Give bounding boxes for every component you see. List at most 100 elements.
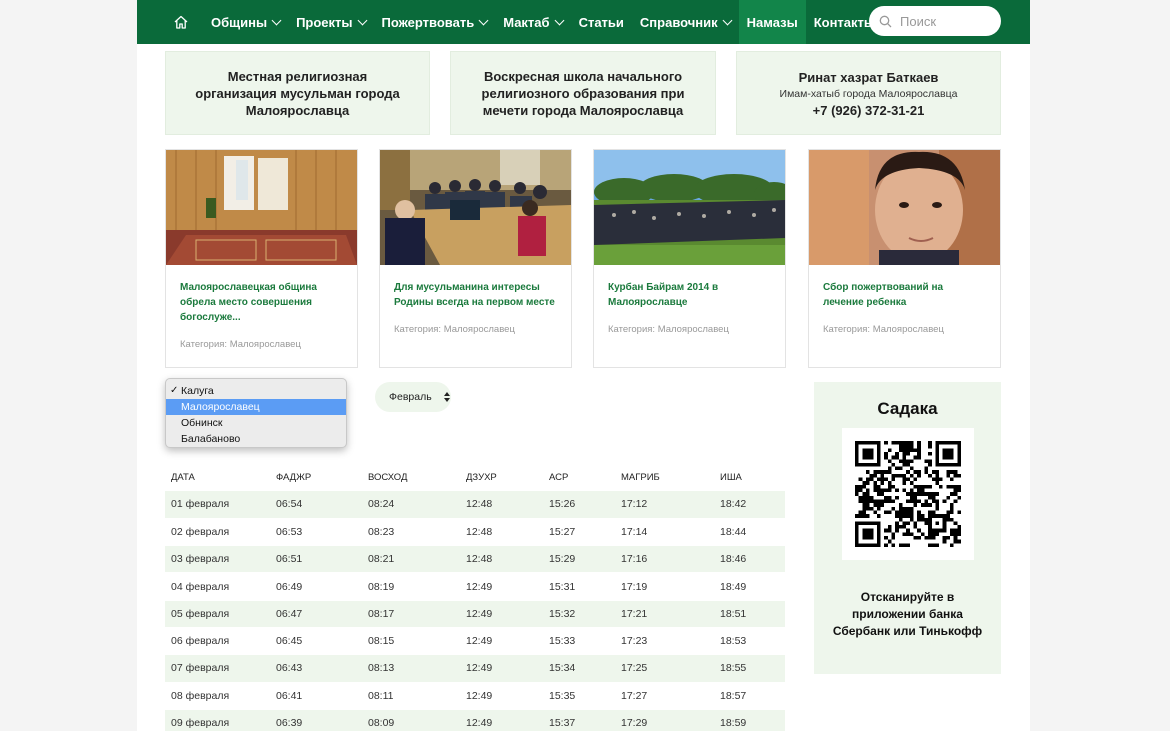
cell-isha: 18:53 bbox=[714, 627, 785, 656]
cell-dhuhr: 12:48 bbox=[460, 518, 543, 547]
nav-item-proekty[interactable]: Проекты bbox=[288, 0, 373, 44]
search-box bbox=[869, 6, 1001, 36]
nav-item-label: Справочник bbox=[639, 14, 718, 30]
imam-name: Ринат хазрат Баткаев bbox=[798, 69, 939, 85]
column-header-dhuhr: ДЗУХР bbox=[466, 472, 497, 483]
card-title[interactable]: Сбор пожертвований на лечение ребенка bbox=[823, 280, 986, 310]
nav-item-maktab[interactable]: Мактаб bbox=[495, 0, 570, 44]
cell-sunrise: 08:24 bbox=[362, 491, 460, 519]
info-box-sunday-school[interactable]: Воскресная школа начального религиозного… bbox=[450, 51, 716, 135]
cell-maghrib: 17:27 bbox=[615, 682, 714, 710]
cell-isha: 18:42 bbox=[714, 491, 785, 519]
cell-asr: 15:35 bbox=[543, 682, 615, 710]
chevron-down-icon bbox=[478, 15, 489, 25]
card-image-child[interactable] bbox=[809, 150, 1000, 265]
card-title[interactable]: Малоярославецкая община обрела место сов… bbox=[180, 280, 343, 325]
city-option-kaluga[interactable]: ✓ Калуга bbox=[166, 383, 346, 399]
nav-item-obshchiny[interactable]: Общины bbox=[203, 0, 288, 44]
card-category: Категория: Малоярославец bbox=[608, 324, 729, 335]
cell-date: 09 февраля bbox=[165, 709, 270, 731]
cell-fajr: 06:54 bbox=[270, 491, 362, 519]
cell-sunrise: 08:11 bbox=[362, 682, 460, 710]
cell-dhuhr: 12:49 bbox=[460, 627, 543, 656]
nav-item-label: Контакты bbox=[813, 14, 875, 30]
cell-sunrise: 08:09 bbox=[362, 709, 460, 731]
cell-date: 08 февраля bbox=[165, 682, 270, 710]
column-header-isha: ИША bbox=[720, 472, 742, 483]
table-row: 01 февраля 06:54 08:24 12:48 15:26 17:12 18:42 bbox=[165, 491, 785, 519]
month-select[interactable]: Февраль bbox=[375, 382, 451, 412]
cell-isha: 18:55 bbox=[714, 654, 785, 683]
cell-asr: 15:26 bbox=[543, 491, 615, 519]
home-icon[interactable] bbox=[169, 10, 193, 34]
cell-asr: 15:27 bbox=[543, 518, 615, 547]
search-input[interactable] bbox=[900, 13, 990, 29]
nav-item-label: Общины bbox=[211, 14, 268, 30]
city-option-obninsk[interactable]: Обнинск bbox=[166, 415, 346, 431]
cell-isha: 18:51 bbox=[714, 600, 785, 628]
cell-maghrib: 17:12 bbox=[615, 491, 714, 519]
select-arrows-icon bbox=[443, 392, 450, 402]
cell-asr: 15:32 bbox=[543, 600, 615, 628]
cell-sunrise: 08:17 bbox=[362, 600, 460, 628]
nav-item-label: Намазы bbox=[746, 14, 798, 30]
card-image-mosque-room[interactable] bbox=[166, 150, 357, 265]
sadaka-instructions: Отсканируйте в приложении банка Сбербанк… bbox=[832, 590, 983, 638]
city-option-label: Балабаново bbox=[181, 433, 241, 445]
card-image-kurban-bayram[interactable] bbox=[594, 150, 785, 265]
cell-sunrise: 08:15 bbox=[362, 627, 460, 656]
table-row: 03 февраля 06:51 08:21 12:48 15:29 17:16 18:46 bbox=[165, 545, 785, 574]
cell-sunrise: 08:13 bbox=[362, 654, 460, 683]
news-card[interactable]: Сбор пожертвований на лечение ребенка Ка… bbox=[808, 149, 1001, 368]
cell-date: 02 февраля bbox=[165, 518, 270, 547]
cell-isha: 18:46 bbox=[714, 545, 785, 574]
cell-date: 03 февраля bbox=[165, 545, 270, 574]
city-option-balabanovo[interactable]: Балабаново bbox=[166, 431, 346, 447]
cell-maghrib: 17:21 bbox=[615, 600, 714, 628]
page: Общины Проекты Пожертвовать Мактаб Стать… bbox=[137, 0, 1030, 731]
imam-phone[interactable]: +7 (926) 372-31-21 bbox=[813, 103, 925, 118]
cell-asr: 15:29 bbox=[543, 545, 615, 574]
info-box-organization[interactable]: Местная религиозная организация мусульма… bbox=[165, 51, 430, 135]
cell-fajr: 06:49 bbox=[270, 572, 362, 601]
column-header-fajr: ФАДЖР bbox=[276, 472, 312, 483]
card-category: Категория: Малоярославец bbox=[180, 339, 301, 350]
card-title[interactable]: Для мусульманина интересы Родины всегда … bbox=[394, 280, 557, 310]
news-card[interactable]: Курбан Байрам 2014 в Малоярославце Катег… bbox=[593, 149, 786, 368]
donation-qr-code bbox=[841, 428, 974, 560]
card-image-meeting[interactable] bbox=[380, 150, 571, 265]
cell-date: 04 февраля bbox=[165, 572, 270, 601]
news-card[interactable]: Для мусульманина интересы Родины всегда … bbox=[379, 149, 572, 368]
cell-asr: 15:37 bbox=[543, 709, 615, 731]
nav-item-label: Пожертвовать bbox=[381, 14, 475, 30]
city-dropdown-menu: ✓ Калуга Малоярославец Обнинск Балабаново bbox=[165, 378, 347, 448]
cell-fajr: 06:43 bbox=[270, 654, 362, 683]
cell-fajr: 06:51 bbox=[270, 545, 362, 574]
cell-fajr: 06:45 bbox=[270, 627, 362, 656]
cell-isha: 18:49 bbox=[714, 572, 785, 601]
nav-item-label: Статьи bbox=[578, 14, 624, 30]
cell-maghrib: 17:25 bbox=[615, 654, 714, 683]
cell-dhuhr: 12:49 bbox=[460, 682, 543, 710]
card-title[interactable]: Курбан Байрам 2014 в Малоярославце bbox=[608, 280, 771, 310]
cell-maghrib: 17:19 bbox=[615, 572, 714, 601]
table-header-row: ДАТА ФАДЖР ВОСХОД ДЗУХР АСР МАГРИБ ИША bbox=[165, 464, 785, 491]
nav-item-label: Мактаб bbox=[503, 14, 550, 30]
city-option-maloyaroslavets[interactable]: Малоярославец bbox=[166, 399, 346, 415]
cell-fajr: 06:41 bbox=[270, 682, 362, 710]
nav-item-spravochnik[interactable]: Справочник bbox=[632, 0, 739, 44]
nav-item-pozhertvovat[interactable]: Пожертвовать bbox=[374, 0, 496, 44]
chevron-down-icon bbox=[722, 15, 733, 25]
imam-role: Имам-хатыб города Малоярославца bbox=[779, 87, 958, 100]
news-card[interactable]: Малоярославецкая община обрела место сов… bbox=[165, 149, 358, 368]
table-row: 06 февраля 06:45 08:15 12:49 15:33 17:23 18:53 bbox=[165, 627, 785, 656]
checkmark-icon: ✓ bbox=[170, 385, 179, 396]
cell-dhuhr: 12:49 bbox=[460, 709, 543, 731]
column-header-sunrise: ВОСХОД bbox=[368, 472, 408, 483]
nav-item-namazy[interactable]: Намазы bbox=[738, 0, 806, 44]
nav-item-stati[interactable]: Статьи bbox=[571, 0, 632, 44]
table-row: 07 февраля 06:43 08:13 12:49 15:34 17:25 18:55 bbox=[165, 654, 785, 683]
table-row: 04 февраля 06:49 08:19 12:49 15:31 17:19 18:49 bbox=[165, 572, 785, 601]
cell-sunrise: 08:23 bbox=[362, 518, 460, 547]
info-title: Местная религиозная организация мусульма… bbox=[195, 68, 400, 118]
